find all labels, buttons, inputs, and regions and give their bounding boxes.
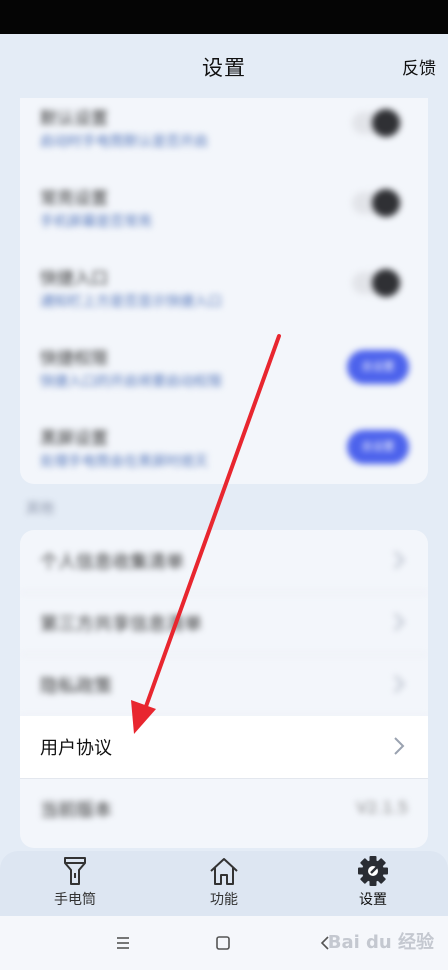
tab-label: 设置 bbox=[359, 892, 387, 908]
setting-title: 黑屏设置 bbox=[40, 429, 108, 449]
setting-title: 快捷权限 bbox=[40, 349, 108, 369]
tab-label: 功能 bbox=[210, 892, 238, 908]
section-label-other: 其他 bbox=[26, 501, 54, 517]
tab-label: 手电筒 bbox=[54, 892, 96, 908]
list-item-privacy-policy[interactable]: 隐私政策 bbox=[20, 654, 428, 717]
flashlight-icon bbox=[64, 857, 86, 885]
settings-card: 默认设置 启动时手电筒默认是否开启 常亮设置 手机屏幕是否常亮 快捷入口 通知栏… bbox=[20, 98, 428, 484]
chevron-right-icon bbox=[394, 737, 405, 755]
system-nav-bar: Bai du 经验 bbox=[0, 916, 448, 970]
setting-title: 快捷入口 bbox=[40, 269, 108, 289]
list-item-label: 隐私政策 bbox=[40, 676, 112, 697]
list-item-label: 第三方共享信息清单 bbox=[40, 614, 202, 635]
watermark: Bai du 经验 bbox=[327, 932, 434, 953]
chevron-right-icon bbox=[394, 675, 405, 693]
setting-row-shortcut-permission[interactable]: 快捷权限 快捷入口的开启将要启动权限 去设置 bbox=[20, 338, 428, 418]
list-item-version: 当前版本 V2.1.5 bbox=[20, 778, 428, 840]
list-item-third-party[interactable]: 第三方共享信息清单 bbox=[20, 592, 428, 655]
tab-functions[interactable]: 功能 bbox=[169, 855, 279, 915]
setting-subtitle: 通知栏上方是否显示快捷入口 bbox=[40, 294, 222, 310]
menu-lines-icon bbox=[117, 937, 129, 949]
header: 设置 反馈 bbox=[0, 34, 448, 98]
setting-title: 默认设置 bbox=[40, 109, 108, 129]
tab-flashlight[interactable]: 手电筒 bbox=[20, 855, 130, 915]
list-item-label: 用户协议 bbox=[40, 738, 112, 759]
toggle-knob bbox=[372, 269, 400, 297]
setting-subtitle: 处理手电筒会在黑屏时熄灭 bbox=[40, 454, 208, 470]
version-value: V2.1.5 bbox=[356, 798, 408, 817]
toggle-knob bbox=[372, 189, 400, 217]
feedback-button[interactable]: 反馈 bbox=[402, 54, 436, 79]
toggle-switch[interactable] bbox=[352, 269, 402, 297]
page-title: 设置 bbox=[202, 56, 246, 80]
home-nav-button[interactable] bbox=[208, 930, 238, 956]
go-settings-button[interactable]: 去设置 bbox=[347, 350, 409, 384]
go-settings-button[interactable]: 去设置 bbox=[347, 430, 409, 464]
setting-subtitle: 启动时手电筒默认是否开启 bbox=[40, 134, 208, 150]
gear-icon bbox=[358, 856, 388, 886]
setting-title: 常亮设置 bbox=[40, 189, 108, 209]
list-item-label: 个人信息收集清单 bbox=[40, 552, 184, 573]
setting-subtitle: 手机屏幕是否常亮 bbox=[40, 214, 152, 230]
status-bar bbox=[0, 0, 448, 34]
setting-subtitle: 快捷入口的开启将要启动权限 bbox=[40, 374, 222, 390]
toggle-switch[interactable] bbox=[352, 189, 402, 217]
chevron-right-icon bbox=[394, 613, 405, 631]
other-card: 个人信息收集清单 第三方共享信息清单 隐私政策 用户协议 当前版本 V2.1.5 bbox=[20, 530, 428, 848]
list-item-personal-info[interactable]: 个人信息收集清单 bbox=[20, 530, 428, 593]
menu-button[interactable] bbox=[108, 930, 138, 956]
setting-row-black-screen[interactable]: 黑屏设置 处理手电筒会在黑屏时熄灭 去设置 bbox=[20, 418, 428, 484]
list-item-label: 当前版本 bbox=[40, 800, 112, 821]
chevron-right-icon bbox=[394, 551, 405, 569]
setting-row-shortcut[interactable]: 快捷入口 通知栏上方是否显示快捷入口 bbox=[20, 258, 428, 338]
toggle-switch[interactable] bbox=[352, 109, 402, 137]
square-icon bbox=[216, 936, 230, 950]
tab-settings[interactable]: 设置 bbox=[318, 855, 428, 915]
toggle-knob bbox=[372, 109, 400, 137]
bottom-tab-bar: 手电筒 功能 设置 bbox=[0, 851, 448, 916]
setting-row-screen-on[interactable]: 常亮设置 手机屏幕是否常亮 bbox=[20, 178, 428, 258]
list-item-user-agreement[interactable]: 用户协议 bbox=[20, 716, 428, 779]
setting-row-default[interactable]: 默认设置 启动时手电筒默认是否开启 bbox=[20, 98, 428, 178]
home-icon bbox=[210, 858, 238, 885]
